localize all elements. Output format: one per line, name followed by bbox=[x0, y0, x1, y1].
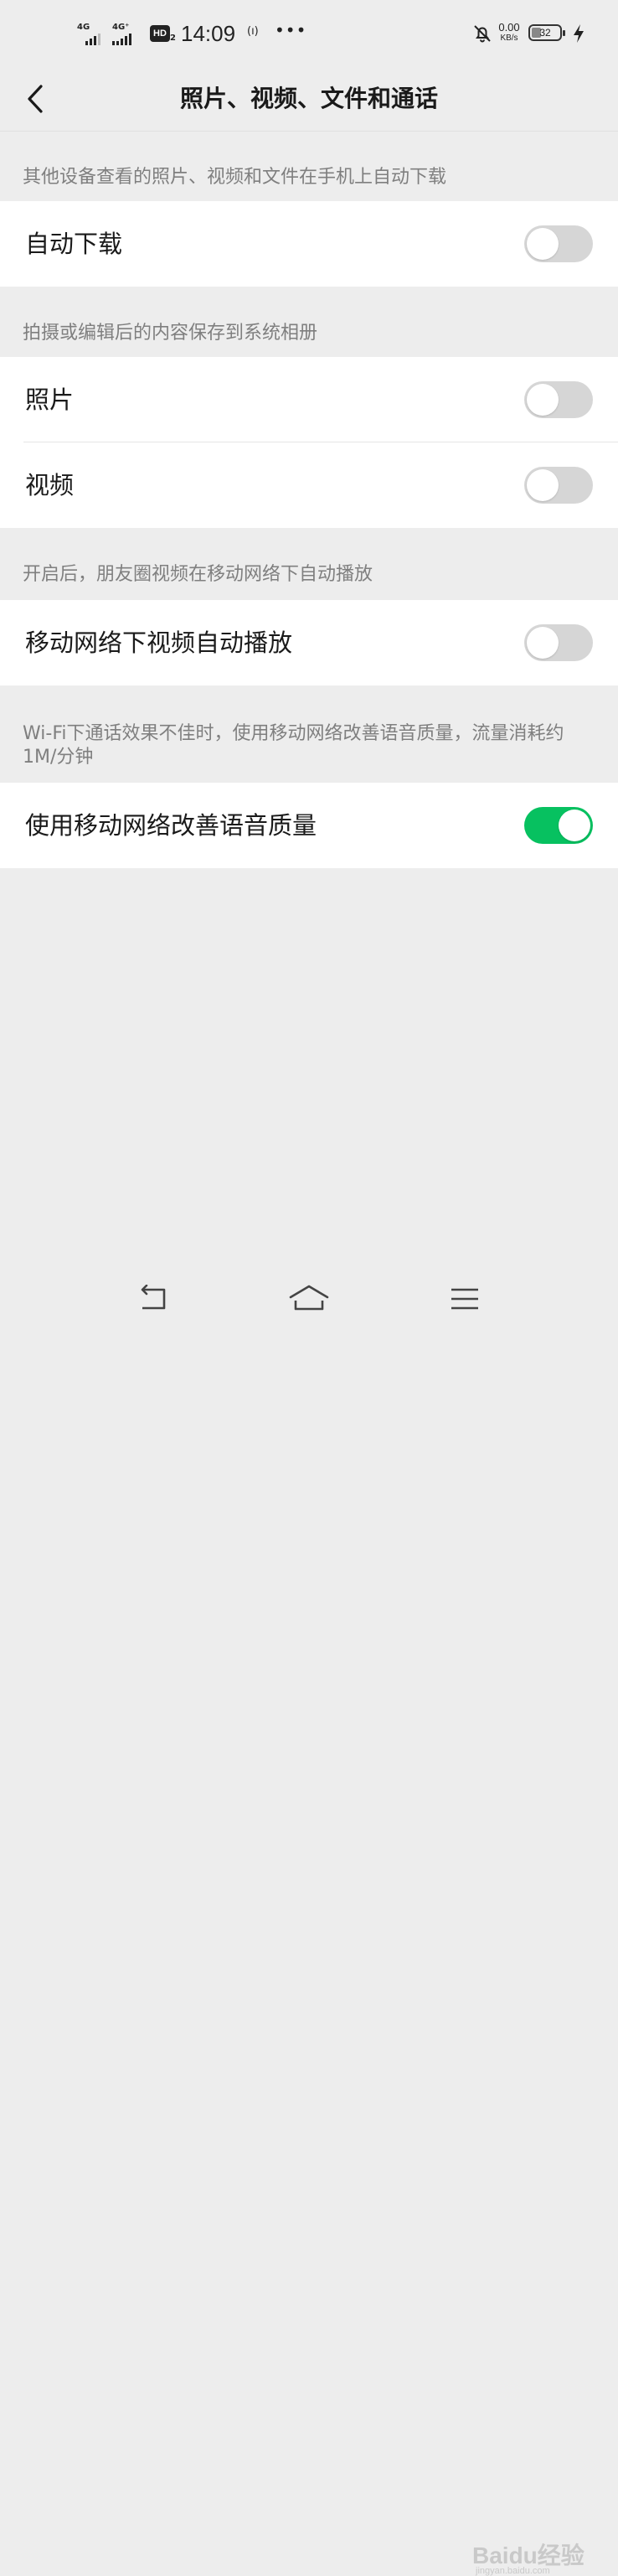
section-description-voice-quality: Wi-Fi下通话效果不佳时，使用移动网络改善语音质量，流量消耗约1M/分钟 bbox=[23, 723, 564, 768]
settings-group-voice-quality: 使用移动网络改善语音质量 bbox=[0, 783, 618, 868]
nav-header: 照片、视频、文件和通话 bbox=[0, 67, 618, 132]
setting-cell-auto-download: 自动下载 bbox=[0, 201, 618, 287]
back-button[interactable] bbox=[18, 79, 52, 119]
status-time: 14:09 bbox=[181, 21, 236, 46]
back-nav-icon bbox=[141, 1285, 166, 1310]
auto-download-toggle[interactable] bbox=[524, 225, 593, 262]
setting-cell-videos: 视频 bbox=[0, 442, 618, 528]
video-autoplay-toggle[interactable] bbox=[524, 624, 593, 661]
settings-group-save-to-album: 照片 视频 bbox=[0, 357, 618, 528]
sim1-label: 4G bbox=[77, 23, 90, 32]
battery-level: 32 bbox=[539, 27, 551, 39]
net-speed-value: 0.00 bbox=[498, 21, 520, 34]
setting-label: 照片 bbox=[25, 385, 75, 414]
page-title: 照片、视频、文件和通话 bbox=[179, 85, 438, 112]
chevron-left-icon bbox=[28, 85, 43, 113]
home-icon bbox=[289, 1285, 329, 1311]
system-nav-bar: Baidu经验 jingyan.baidu.com bbox=[0, 1265, 618, 2576]
save-videos-toggle[interactable] bbox=[524, 467, 593, 504]
save-photos-toggle[interactable] bbox=[524, 381, 593, 418]
mute-bell-icon bbox=[474, 25, 491, 43]
menu-button[interactable] bbox=[440, 1274, 490, 1324]
status-bar: 4G 4G⁺ HD 2 14:09 (ı) ••• 0.00 KB/s 32 bbox=[0, 0, 618, 67]
net-speed-unit: KB/s bbox=[500, 34, 518, 43]
section-description-auto-download: 其他设备查看的照片、视频和文件在手机上自动下载 bbox=[23, 167, 447, 188]
setting-label: 使用移动网络改善语音质量 bbox=[25, 811, 317, 840]
home-button[interactable] bbox=[284, 1274, 334, 1324]
battery-icon: 32 bbox=[528, 24, 565, 41]
setting-label: 视频 bbox=[25, 471, 75, 499]
menu-icon bbox=[451, 1288, 478, 1310]
baidu-watermark: Baidu经验 jingyan.baidu.com bbox=[472, 2537, 585, 2576]
voice-quality-toggle[interactable] bbox=[524, 807, 593, 844]
settings-group-moments-autoplay: 移动网络下视频自动播放 bbox=[0, 600, 618, 685]
sim2-label: 4G⁺ bbox=[112, 23, 130, 32]
setting-cell-video-autoplay: 移动网络下视频自动播放 bbox=[0, 600, 618, 685]
setting-label: 自动下载 bbox=[25, 230, 123, 258]
net-speed: 0.00 KB/s bbox=[495, 21, 523, 44]
setting-cell-photos: 照片 bbox=[0, 357, 618, 442]
watermark-text: Baidu经验 bbox=[472, 2542, 585, 2568]
charging-icon bbox=[574, 24, 584, 43]
setting-cell-voice-quality: 使用移动网络改善语音质量 bbox=[0, 783, 618, 868]
hotspot-icon: (ı) bbox=[247, 25, 259, 38]
section-description-moments-autoplay: 开启后，朋友圈视频在移动网络下自动播放 bbox=[23, 564, 373, 585]
back-nav-button[interactable] bbox=[127, 1274, 178, 1324]
section-description-save-to-album: 拍摄或编辑后的内容保存到系统相册 bbox=[23, 323, 318, 344]
hd-voice-icon: HD bbox=[150, 25, 170, 42]
hd-sub-label: 2 bbox=[170, 34, 176, 43]
setting-label: 移动网络下视频自动播放 bbox=[25, 628, 293, 657]
watermark-sub: jingyan.baidu.com bbox=[476, 2566, 550, 2576]
more-icon: ••• bbox=[275, 20, 307, 40]
settings-group-auto-download: 自动下载 bbox=[0, 201, 618, 287]
